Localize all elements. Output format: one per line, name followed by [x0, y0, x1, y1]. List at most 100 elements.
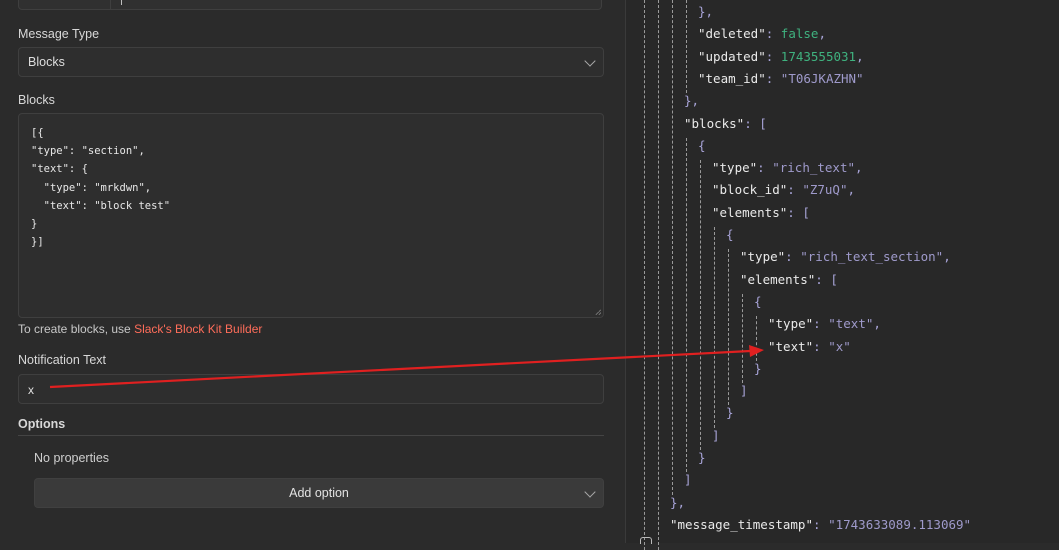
json-key: "block_id": [712, 182, 788, 198]
json-line: },: [670, 495, 685, 510]
json-punct: }: [754, 360, 762, 376]
json-punct: ]: [740, 383, 748, 399]
block-kit-builder-link[interactable]: Slack's Block Kit Builder: [134, 322, 262, 336]
json-punct: ]: [684, 472, 692, 488]
json-value: false: [780, 26, 819, 42]
json-line: },: [684, 93, 699, 108]
json-line: "updated": 1743555031,: [698, 49, 864, 64]
json-line: "type": "rich_text_section",: [740, 249, 951, 264]
text-caret: [121, 0, 122, 5]
message-type-value: Blocks: [28, 55, 65, 69]
json-punct: :: [765, 48, 781, 64]
notification-text-label: Notification Text: [18, 353, 107, 367]
json-key: "type": [740, 249, 786, 265]
json-key: "type": [712, 160, 758, 176]
indent-guide: [644, 0, 645, 550]
json-punct: : [: [744, 115, 767, 131]
indent-guide: [756, 316, 757, 361]
blocks-label: Blocks: [18, 93, 55, 107]
json-line: "blocks": [: [684, 116, 767, 131]
json-line: {: [754, 294, 762, 309]
json-key: "type": [768, 316, 814, 332]
json-key: "elements": [712, 204, 788, 220]
json-value: "rich_text_section": [800, 249, 944, 265]
json-key: "text": [768, 338, 814, 354]
json-line: "elements": [: [712, 205, 810, 220]
indent-guide: [728, 249, 729, 406]
json-punct: }: [698, 450, 706, 465]
json-key: "message_timestamp": [670, 516, 813, 532]
json-punct: }: [726, 405, 734, 421]
json-key: "blocks": [684, 115, 745, 131]
json-punct: ,: [818, 26, 826, 42]
json-key: "elements": [740, 271, 816, 287]
json-punct: :: [785, 249, 801, 265]
json-punct: },: [698, 4, 714, 19]
field-divider: [110, 0, 111, 9]
json-punct: ,: [873, 316, 881, 332]
json-value: 1743555031: [780, 48, 857, 64]
json-punct: :: [813, 338, 829, 354]
no-properties-text: No properties: [34, 451, 110, 465]
json-line: "block_id": "Z7uQ",: [712, 182, 855, 197]
indent-guide: [658, 0, 659, 550]
json-value: "1743633089.113069": [828, 516, 972, 532]
blocks-json-text: [{ "type": "section", "text": { "type": …: [31, 127, 171, 249]
json-punct: ,: [847, 182, 856, 198]
json-punct: :: [765, 70, 781, 86]
json-value: "rich_text": [772, 160, 856, 176]
resize-handle-icon[interactable]: [595, 309, 601, 315]
json-punct: ,: [855, 160, 863, 176]
json-line: "elements": [: [740, 272, 838, 287]
json-value: "T06JKAZHN": [780, 70, 864, 86]
previous-field-input[interactable]: [18, 0, 602, 10]
json-punct: {: [698, 137, 706, 153]
add-option-button[interactable]: Add option: [34, 478, 604, 508]
blocks-hint-text: To create blocks, use: [18, 322, 135, 336]
options-divider: [18, 435, 604, 436]
message-type-select[interactable]: Blocks: [18, 47, 604, 77]
notification-text-value: x: [28, 383, 34, 397]
indent-guide: [686, 137, 687, 473]
json-punct: :: [787, 182, 803, 198]
json-line: "type": "text",: [768, 316, 881, 331]
json-punct: },: [684, 93, 700, 109]
json-line: ]: [740, 383, 748, 398]
json-line: }: [754, 361, 762, 376]
json-punct: :: [813, 516, 829, 532]
indent-guide: [686, 0, 687, 94]
json-punct: :: [765, 26, 781, 42]
json-punct: : [: [787, 204, 810, 220]
json-line: "deleted": false,: [698, 26, 826, 41]
indent-guide: [672, 0, 673, 495]
json-line: "type": "rich_text",: [712, 160, 863, 175]
blocks-textarea[interactable]: [{ "type": "section", "text": { "type": …: [18, 113, 604, 318]
indent-guide: [714, 227, 715, 428]
json-line: }: [726, 405, 734, 420]
json-line: "message_timestamp": "1743633089.113069": [670, 517, 971, 532]
json-value: "Z7uQ": [802, 182, 848, 198]
json-punct: ,: [856, 48, 864, 64]
json-punct: {: [754, 293, 762, 309]
notification-text-input[interactable]: x: [18, 374, 604, 404]
json-line: ]: [684, 472, 692, 487]
json-punct: :: [813, 316, 829, 332]
json-line: ]: [712, 428, 720, 443]
json-punct: },: [670, 494, 686, 510]
chevron-down-icon: [584, 55, 596, 67]
json-line: "text": "x": [768, 339, 851, 354]
output-json-panel: }, "deleted": false, "updated": 1743555031…: [625, 0, 1059, 550]
json-line: "team_id": "T06JKAZHN": [698, 71, 864, 86]
json-line: },: [698, 4, 713, 19]
json-punct: :: [757, 160, 773, 176]
json-line: {: [726, 227, 734, 242]
node-parameters-panel: Message Type Blocks Blocks [{ "type": "s…: [0, 0, 625, 543]
json-key: "team_id": [698, 70, 766, 86]
indent-guide: [742, 293, 743, 384]
json-punct: ,: [943, 249, 951, 265]
json-key: "updated": [698, 48, 766, 64]
json-key: "deleted": [698, 26, 766, 42]
json-punct: ]: [712, 427, 720, 443]
json-value: "text": [828, 316, 874, 332]
json-punct: : [: [815, 271, 838, 287]
